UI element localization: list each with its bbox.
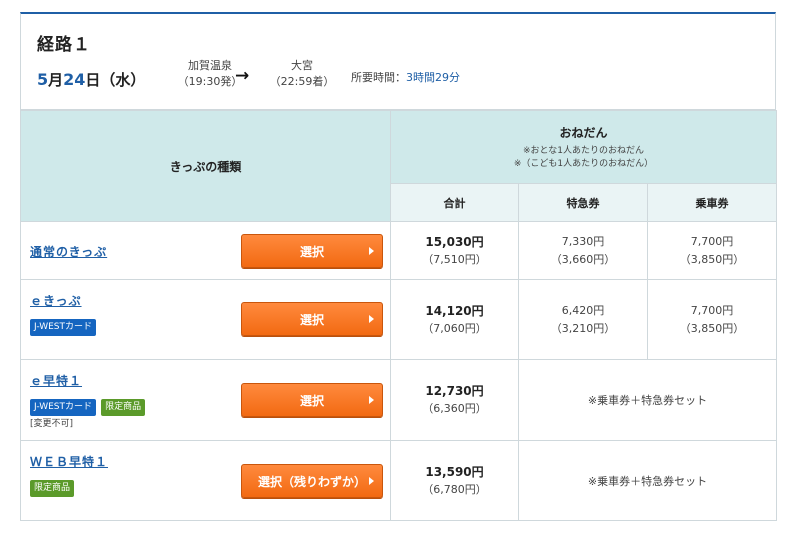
duration-value: 3時間29分 <box>406 71 460 84</box>
total-price-child: （7,510円） <box>422 252 487 266</box>
express-price-child: （3,210円） <box>550 321 616 335</box>
col-express-header: 特急券 <box>518 183 648 222</box>
fare-price-child: （3,850円） <box>679 252 745 266</box>
select-button[interactable]: 選択 <box>241 234 383 268</box>
arrow-right-icon: → <box>235 66 250 86</box>
date-month: 5 <box>37 70 49 89</box>
total-price-cell: 12,730円 （6,360円） <box>390 359 519 441</box>
select-button-label: 選択 <box>299 312 324 327</box>
ticket-cell: 通常のきっぷ 選択 <box>20 221 391 280</box>
chevron-right-icon <box>369 247 374 255</box>
fare-price-cell: 7,700円 （3,850円） <box>646 221 778 280</box>
express-price-child: （3,660円） <box>550 252 616 266</box>
select-button-label: 選択 <box>299 244 324 259</box>
arrival-time: （22:59着） <box>269 75 335 88</box>
chevron-right-icon <box>369 315 374 323</box>
ticket-type-header: きっぷの種類 <box>20 110 391 222</box>
ticket-name-link[interactable]: ｅ早特１ <box>30 372 82 389</box>
table-row: ｅ早特１ J-WESTカード 限定商品 [変更不可] 選択 12,730円 （6… <box>20 359 778 441</box>
ticket-name-link[interactable]: ｅきっぷ <box>30 292 82 309</box>
col-fare-header: 乗車券 <box>646 183 778 222</box>
total-price: 15,030円 <box>425 234 484 249</box>
table-row: ＷＥＢ早特１ 限定商品 選択（残りわずか） 13,590円 （6,780円） ※… <box>20 440 778 521</box>
limited-item-badge: 限定商品 <box>101 399 146 416</box>
duration-label: 所要時間： <box>351 71 406 84</box>
route-summary-card: 経路１ 5月24日（水） 加賀温泉 （19:30発） → 大宮 （22:59着）… <box>20 12 776 110</box>
express-price-cell: 6,420円 （3,210円） <box>518 279 648 360</box>
price-header: おねだん ※おとな1人あたりのおねだん ※（こども1人あたりのおねだん） <box>389 110 778 184</box>
table-row: ｅきっぷ J-WESTカード 選択 14,120円 （7,060円） 6,420… <box>20 279 778 360</box>
set-ticket-note: ※乗車券＋特急券セット <box>517 440 778 521</box>
ticket-cell: ｅ早特１ J-WESTカード 限定商品 [変更不可] 選択 <box>20 359 391 441</box>
total-price-child: （6,780円） <box>422 482 487 496</box>
arrival-station-name: 大宮 <box>291 59 313 72</box>
limited-item-badge: 限定商品 <box>30 480 75 497</box>
badge-group: 限定商品 <box>30 475 75 497</box>
ticket-name-link[interactable]: 通常のきっぷ <box>30 243 107 260</box>
jwest-card-badge: J-WESTカード <box>30 319 97 336</box>
table-row: 通常のきっぷ 選択 15,030円 （7,510円） 7,330円 （3,660… <box>20 221 778 280</box>
route-title: 経路１ <box>37 35 91 55</box>
ticket-cell: ＷＥＢ早特１ 限定商品 選択（残りわずか） <box>20 440 391 521</box>
express-price: 7,330円 <box>561 234 605 248</box>
select-button[interactable]: 選択 <box>241 302 383 336</box>
total-price: 13,590円 <box>425 464 484 479</box>
badge-group: J-WESTカード <box>30 314 97 336</box>
chevron-right-icon <box>369 477 374 485</box>
total-price-child: （7,060円） <box>422 321 487 335</box>
total-price-cell: 14,120円 （7,060円） <box>390 279 519 360</box>
price-note-adult: ※おとな1人あたりのおねだん <box>523 145 645 156</box>
travel-duration: 所要時間：3時間29分 <box>351 69 460 85</box>
arrival-station: 大宮 （22:59着） <box>261 58 343 90</box>
select-button[interactable]: 選択 <box>241 383 383 417</box>
date-day-suffix: 日（水） <box>85 71 146 89</box>
route-date: 5月24日（水） <box>37 69 145 90</box>
fare-price: 7,700円 <box>690 234 734 248</box>
total-price-cell: 15,030円 （7,510円） <box>390 221 519 280</box>
express-price: 6,420円 <box>561 303 605 317</box>
date-month-suffix: 月 <box>48 71 64 89</box>
col-total-header: 合計 <box>390 183 519 222</box>
no-change-note: [変更不可] <box>30 419 74 429</box>
chevron-right-icon <box>369 396 374 404</box>
total-price-child: （6,360円） <box>422 402 487 415</box>
badge-group: J-WESTカード 限定商品 <box>30 394 146 416</box>
price-header-title: おねだん <box>559 125 608 140</box>
set-ticket-note: ※乗車券＋特急券セット <box>517 359 778 441</box>
fare-price-child: （3,850円） <box>679 321 745 335</box>
ticket-name-link[interactable]: ＷＥＢ早特１ <box>30 453 108 470</box>
fare-price-cell: 7,700円 （3,850円） <box>646 279 778 360</box>
total-price-cell: 13,590円 （6,780円） <box>390 440 519 521</box>
fare-table: きっぷの種類 おねだん ※おとな1人あたりのおねだん ※（こども1人あたりのおね… <box>20 110 778 521</box>
express-price-cell: 7,330円 （3,660円） <box>518 221 648 280</box>
price-note-child: ※（こども1人あたりのおねだん） <box>513 158 654 169</box>
ticket-cell: ｅきっぷ J-WESTカード 選択 <box>20 279 391 360</box>
fare-price: 7,700円 <box>690 303 734 317</box>
total-price: 14,120円 <box>425 303 484 318</box>
date-day: 24 <box>63 70 86 89</box>
select-button[interactable]: 選択（残りわずか） <box>241 464 383 498</box>
select-button-label: 選択 <box>299 393 324 408</box>
jwest-card-badge: J-WESTカード <box>30 399 97 416</box>
select-button-label: 選択（残りわずか） <box>257 474 366 489</box>
total-price: 12,730円 <box>425 384 484 398</box>
